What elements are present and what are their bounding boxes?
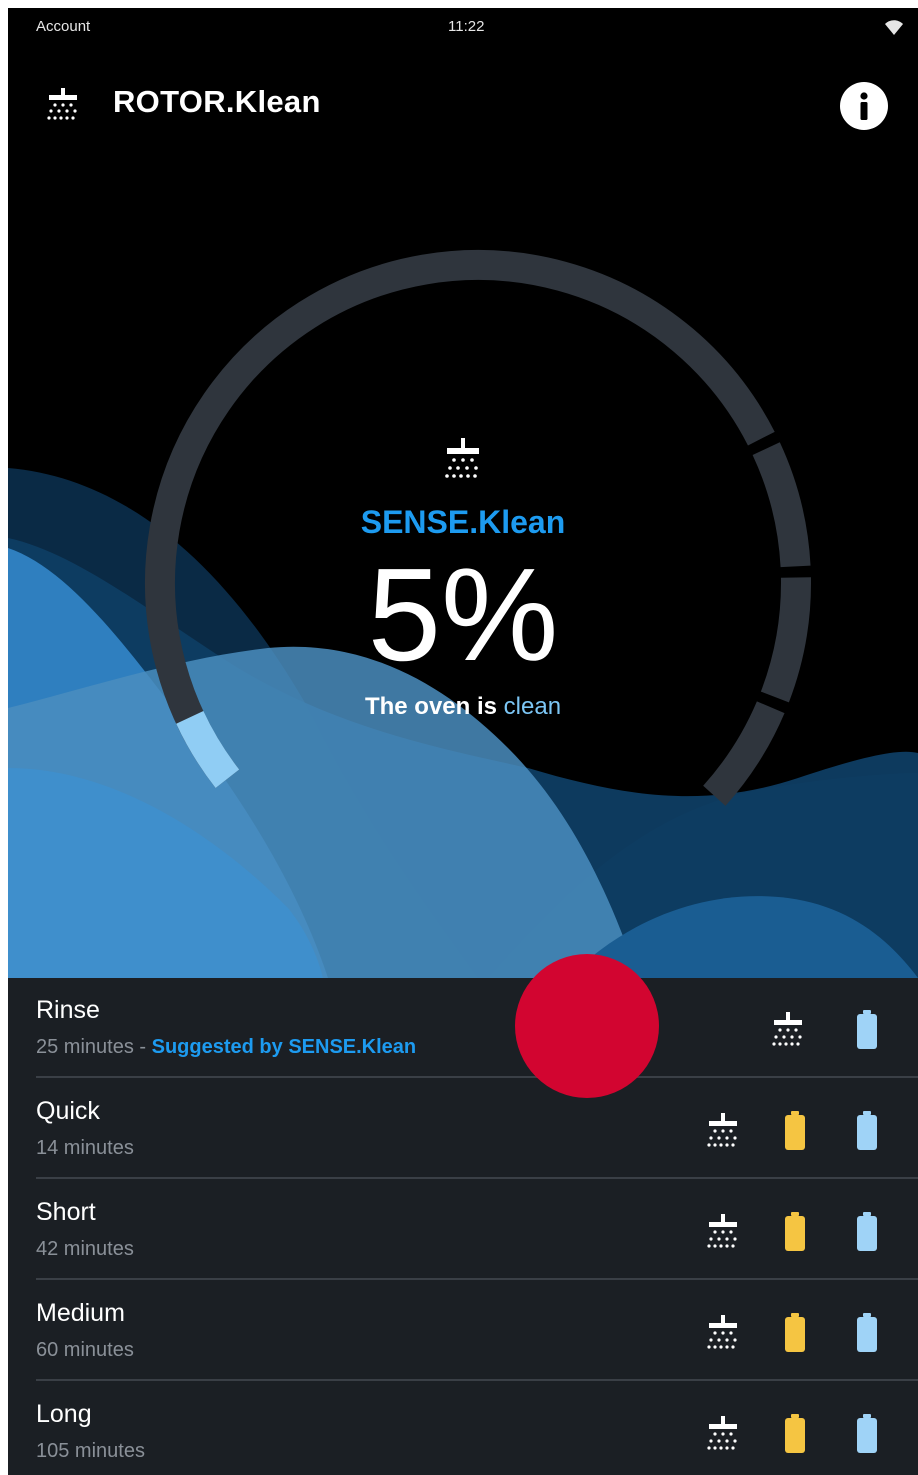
program-row-long[interactable]: Long 105 minutes [8,1382,918,1475]
shower-icon [770,1010,806,1050]
oven-status-state: clean [503,693,562,720]
program-duration: 60 minutes [36,1339,134,1361]
row-divider [36,1076,918,1078]
battery-yellow-icon [784,1111,820,1151]
info-icon [860,92,868,120]
battery-blue-icon [856,1414,892,1454]
battery-yellow-icon [784,1414,820,1454]
battery-blue-icon [856,1313,892,1353]
battery-yellow-icon [784,1313,820,1353]
app-title: ROTOR.Klean [113,84,321,119]
program-duration-line: 25 minutes - Suggested by SENSE.Klean [36,1036,416,1059]
program-row-quick[interactable]: Quick 14 minutes [8,1079,918,1179]
shower-icon [46,88,80,122]
status-bar: Account 11:22 [8,8,918,48]
row-divider [36,1177,918,1179]
program-name: Medium [36,1299,125,1327]
battery-yellow-icon [784,1212,820,1252]
touch-indicator [515,954,659,1098]
sense-klean-label: SENSE.Klean [360,504,566,540]
duration-separator: - [133,1036,152,1058]
status-time: 11:22 [448,18,485,35]
program-row-rinse[interactable]: Rinse 25 minutes - Suggested by SENSE.Kl… [8,978,918,1078]
program-duration: 105 minutes [36,1440,145,1462]
program-duration: 42 minutes [36,1238,134,1260]
program-list: Rinse 25 minutes - Suggested by SENSE.Kl… [8,978,918,1475]
wifi-icon [884,18,904,36]
shower-icon [705,1414,741,1454]
gauge-fill [176,710,240,789]
program-name: Long [36,1400,92,1428]
app-screen: Account 11:22 ROTOR.Klean SENSE.Klean 5%… [8,8,918,1475]
program-duration: 25 minutes [36,1036,134,1058]
program-duration: 14 minutes [36,1137,134,1159]
oven-status-prefix: The oven is [364,693,497,720]
oven-status-text: The oven is clean [8,693,918,721]
row-divider [36,1379,918,1381]
gauge-center: SENSE.Klean 5% The oven is clean [8,438,918,721]
clean-percentage: 5% [367,541,559,688]
program-name: Rinse [36,996,100,1024]
shower-icon [705,1313,741,1353]
program-row-short[interactable]: Short 42 minutes [8,1180,918,1280]
program-name: Quick [36,1097,100,1125]
row-divider [36,1278,918,1280]
battery-blue-icon [856,1212,892,1252]
shower-icon [443,438,483,486]
app-bar: ROTOR.Klean [8,68,918,148]
shower-icon [705,1212,741,1252]
battery-blue-icon [856,1010,892,1050]
program-name: Short [36,1198,96,1226]
shower-icon [705,1111,741,1151]
program-row-medium[interactable]: Medium 60 minutes [8,1281,918,1381]
status-account-label: Account [36,18,91,35]
info-button[interactable] [840,82,888,130]
suggestion-label: Suggested by SENSE.Klean [151,1036,417,1058]
battery-blue-icon [856,1111,892,1151]
